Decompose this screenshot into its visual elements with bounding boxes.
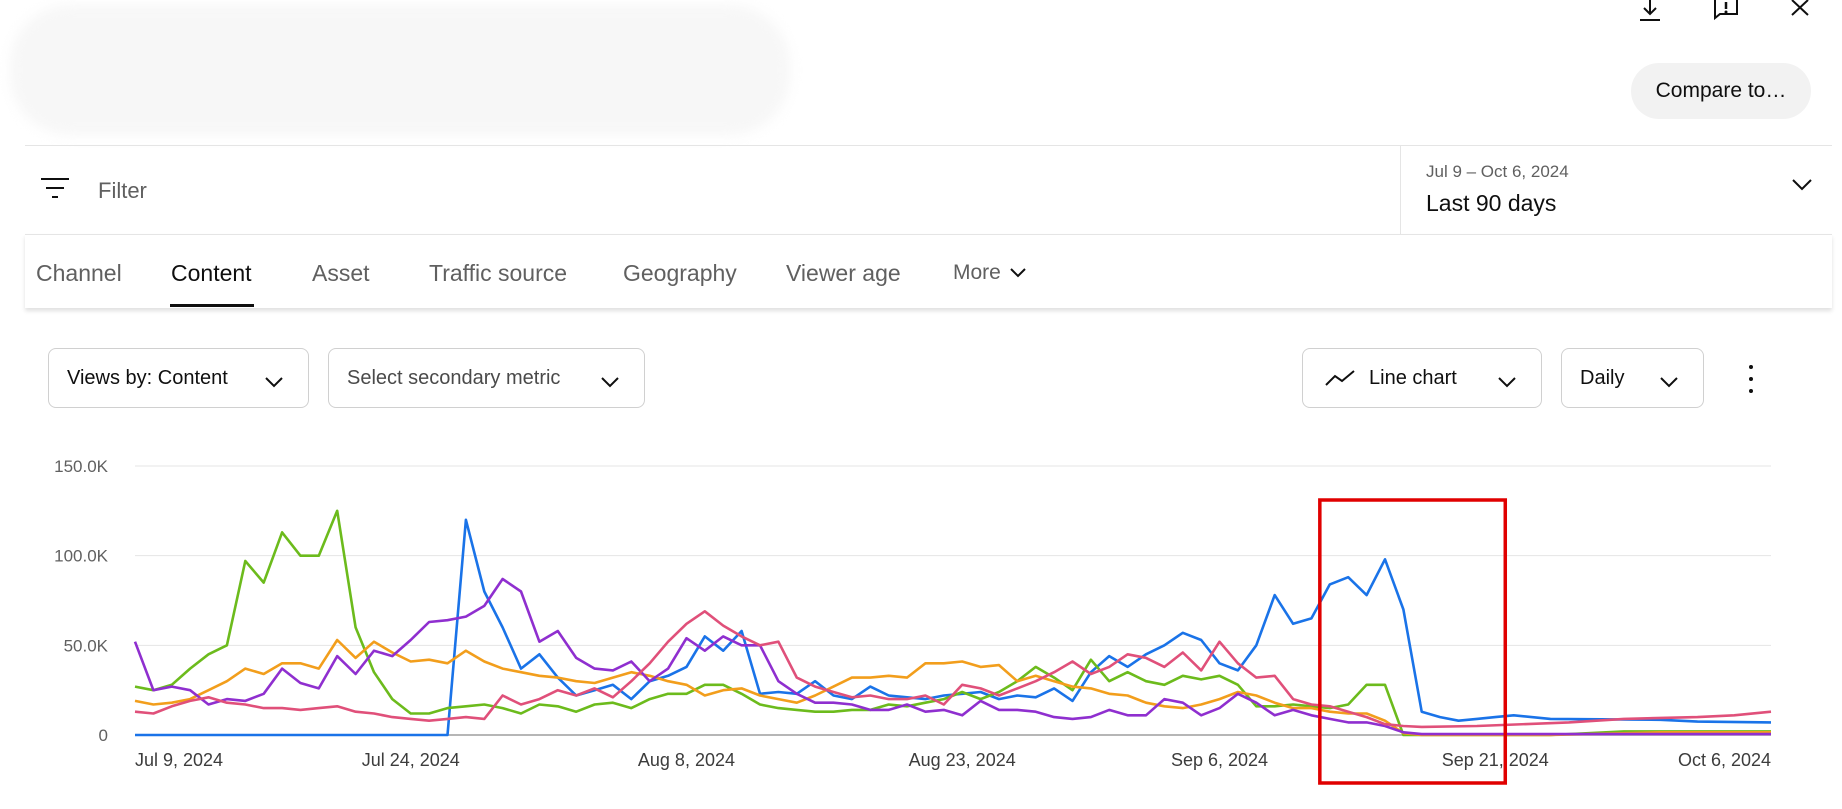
primary-metric-label: Views by: Content — [67, 366, 228, 389]
chevron-down-icon — [264, 371, 284, 394]
active-tab-indicator — [170, 304, 254, 307]
tab-content[interactable]: Content — [171, 260, 252, 287]
compare-button[interactable]: Compare to… — [1631, 63, 1811, 119]
date-range-text: Jul 9 – Oct 6, 2024 — [1426, 162, 1569, 181]
chevron-down-icon — [1497, 371, 1517, 394]
y-tick-label: 0 — [99, 726, 108, 745]
x-tick-label: Jul 24, 2024 — [362, 750, 460, 770]
secondary-metric-dropdown[interactable]: Select secondary metric — [328, 348, 645, 408]
filter-bar: Filter Jul 9 – Oct 6, 2024 Last 90 days — [25, 145, 1832, 235]
x-tick-label: Sep 6, 2024 — [1171, 750, 1268, 770]
chevron-down-icon — [1659, 371, 1679, 394]
filter-icon[interactable] — [39, 176, 71, 207]
granularity-label: Daily — [1580, 366, 1625, 389]
highlight-box — [1318, 498, 1508, 785]
date-range-picker[interactable]: Jul 9 – Oct 6, 2024 Last 90 days — [1400, 146, 1833, 234]
series-line — [134, 638, 1771, 737]
series-line — [135, 518, 1772, 737]
chevron-down-icon — [1010, 268, 1026, 278]
dimension-tabs: Channel Content Asset Traffic source Geo… — [25, 234, 1832, 308]
chevron-down-icon — [1791, 178, 1813, 197]
tab-more-label: More — [953, 261, 1001, 284]
tab-more[interactable]: More — [953, 261, 1027, 285]
date-period-label: Last 90 days — [1426, 190, 1557, 216]
y-tick-label: 100.0K — [54, 547, 109, 566]
x-tick-label: Aug 8, 2024 — [638, 750, 735, 770]
chevron-down-icon — [600, 371, 620, 394]
x-tick-label: Aug 23, 2024 — [909, 750, 1016, 770]
tab-geography[interactable]: Geography — [623, 260, 737, 287]
primary-metric-dropdown[interactable]: Views by: Content — [48, 348, 309, 408]
series-line — [134, 509, 1771, 737]
close-icon[interactable] — [1786, 0, 1818, 26]
x-tick-label: Sep 21, 2024 — [1442, 750, 1549, 770]
download-icon[interactable] — [1634, 0, 1666, 26]
filter-input[interactable]: Filter — [98, 178, 147, 204]
series-line — [133, 577, 1771, 736]
views-line-chart: 150.0K 100.0K 50.0K 0 Jul 9, 2024 Jul 24, 202… — [54, 457, 1772, 785]
line-chart-icon — [1325, 369, 1355, 387]
x-tick-label: Oct 6, 2024 — [1678, 750, 1771, 770]
tab-asset[interactable]: Asset — [312, 260, 370, 287]
y-tick-label: 50.0K — [64, 636, 109, 655]
secondary-metric-label: Select secondary metric — [347, 366, 561, 389]
feedback-icon[interactable] — [1710, 0, 1742, 26]
x-tick-label: Jul 9, 2024 — [135, 750, 223, 770]
more-options-icon[interactable] — [1741, 365, 1761, 393]
chart-type-label: Line chart — [1369, 366, 1457, 389]
tab-channel[interactable]: Channel — [36, 260, 122, 287]
top-actions — [1634, 0, 1818, 26]
granularity-dropdown[interactable]: Daily — [1561, 348, 1704, 408]
series-line — [134, 610, 1772, 729]
blurred-title-area — [10, 5, 790, 135]
y-tick-label: 150.0K — [54, 457, 109, 476]
chart-type-dropdown[interactable]: Line chart — [1302, 348, 1542, 408]
tab-viewer-age[interactable]: Viewer age — [786, 260, 901, 287]
tab-traffic-source[interactable]: Traffic source — [429, 260, 567, 287]
